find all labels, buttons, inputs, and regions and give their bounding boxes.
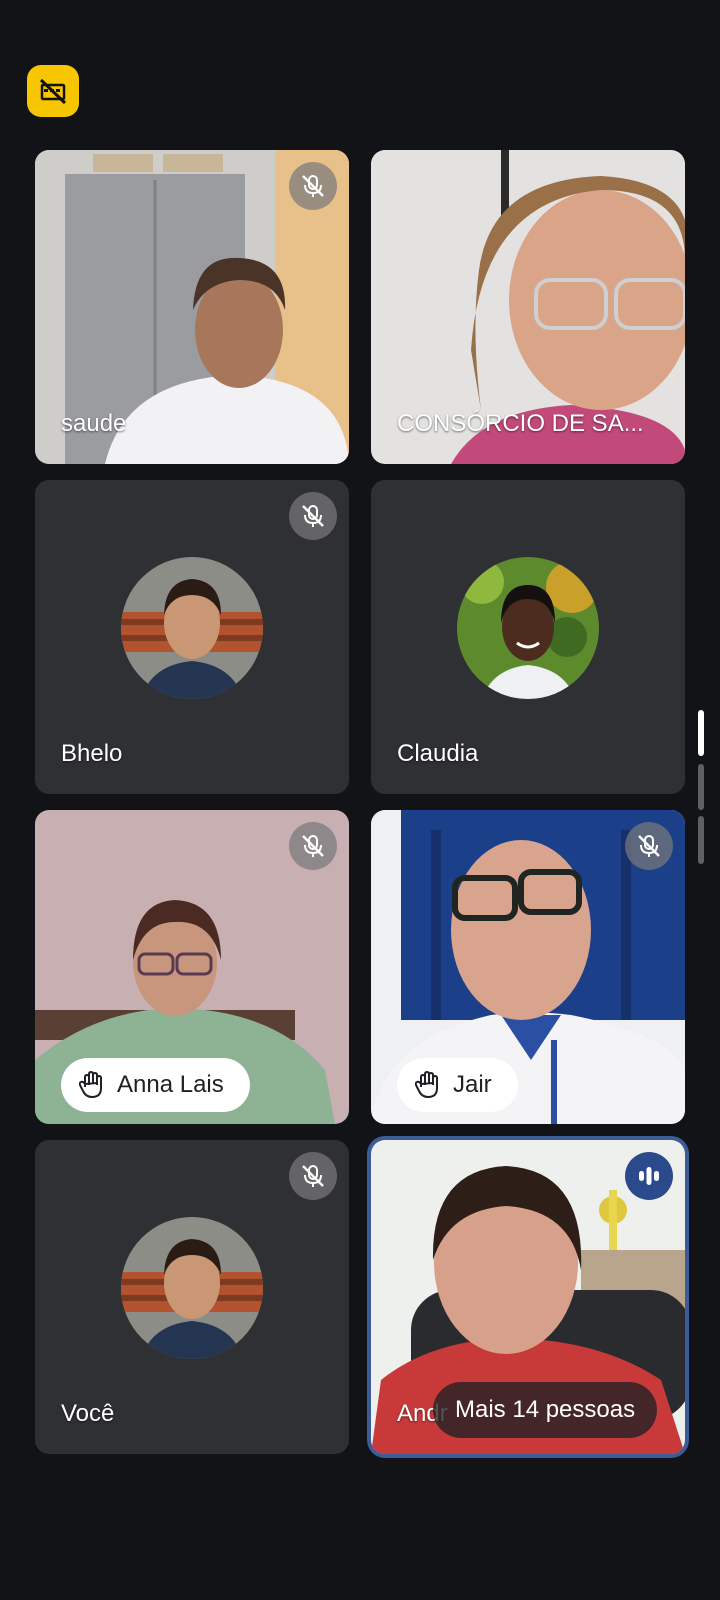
- mic-off-button[interactable]: [625, 822, 673, 870]
- raised-hand-indicator: Anna Lais: [61, 1058, 250, 1112]
- mic-off-icon: [302, 835, 324, 857]
- raised-hand-indicator: Jair: [397, 1058, 518, 1112]
- participant-name: saude: [61, 410, 127, 437]
- speaking-indicator: [625, 1152, 673, 1200]
- video-off-badge[interactable]: [27, 65, 79, 117]
- mic-off-button[interactable]: [289, 162, 337, 210]
- participant-tile-voce[interactable]: Você: [35, 1140, 349, 1454]
- scroll-segment-active: [698, 710, 704, 756]
- mic-off-icon: [302, 1165, 324, 1187]
- video-off-icon: [39, 78, 67, 105]
- participant-name: CONSÓRCIO DE SA...: [397, 410, 644, 437]
- participant-tile-saude[interactable]: saude: [35, 150, 349, 464]
- scroll-segment: [698, 764, 704, 810]
- avatar: [121, 557, 263, 699]
- participant-name: Anna Lais: [117, 1071, 224, 1098]
- avatar: [457, 557, 599, 699]
- participant-tile-anna-lais[interactable]: Anna Lais: [35, 810, 349, 1124]
- audio-wave-icon: [639, 1167, 659, 1185]
- mic-off-icon: [302, 505, 324, 527]
- participant-name: Jair: [453, 1071, 492, 1098]
- participant-name: Você: [61, 1400, 115, 1427]
- mic-off-button[interactable]: [289, 1152, 337, 1200]
- mic-off-icon: [302, 175, 324, 197]
- participant-tile-andr[interactable]: Andr Mais 14 pessoas: [371, 1140, 685, 1454]
- mic-off-icon: [638, 835, 660, 857]
- scroll-segment: [698, 816, 704, 864]
- avatar: [121, 1217, 263, 1359]
- mic-off-button[interactable]: [289, 492, 337, 540]
- participant-name: Bhelo: [61, 740, 123, 767]
- participant-tile-consorcio[interactable]: CONSÓRCIO DE SA...: [371, 150, 685, 464]
- more-people-label: Mais 14 pessoas: [455, 1396, 636, 1423]
- participant-tile-claudia[interactable]: Claudia: [371, 480, 685, 794]
- more-people-button[interactable]: Mais 14 pessoas: [433, 1382, 658, 1438]
- mic-off-button[interactable]: [289, 822, 337, 870]
- participant-name: Claudia: [397, 740, 479, 767]
- participant-tile-jair[interactable]: Jair: [371, 810, 685, 1124]
- raised-hand-icon: [415, 1071, 439, 1099]
- raised-hand-icon: [79, 1071, 103, 1099]
- participant-tile-bhelo[interactable]: Bhelo: [35, 480, 349, 794]
